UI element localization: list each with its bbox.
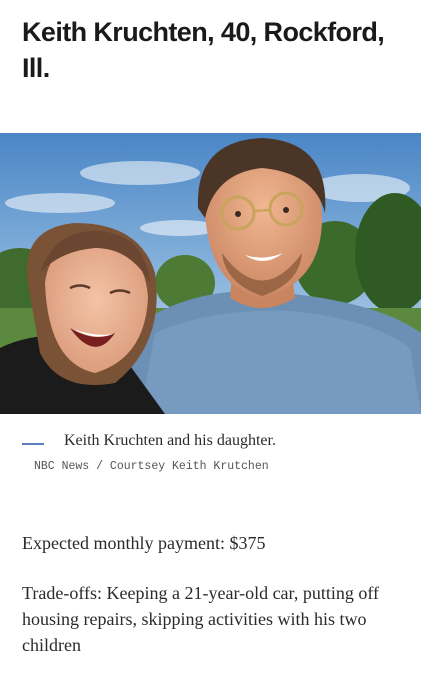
caption-divider [22, 443, 44, 445]
body-paragraph: Expected monthly payment: $375 [22, 533, 266, 553]
photo-credit: NBC News / Courtsey Keith Krutchen [34, 460, 269, 473]
body-paragraph: Trade-offs: Keeping a 21-year-old car, p… [22, 583, 379, 655]
article-photo [0, 133, 421, 414]
photo-caption: Keith Kruchten and his daughter. [64, 432, 276, 449]
article-headline: Keith Kruchten, 40, Rockford, Ill. [22, 17, 385, 83]
